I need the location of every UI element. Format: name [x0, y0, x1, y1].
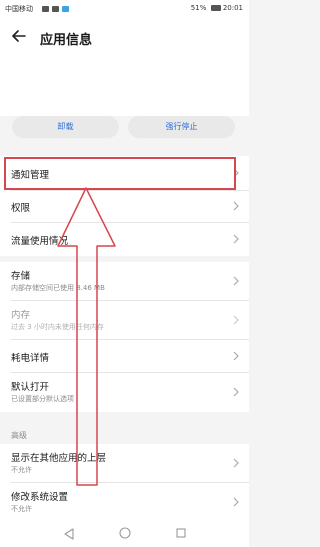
overlay-permission-label: 显示在其他应用的上层	[11, 453, 107, 464]
signal-icon	[42, 6, 49, 12]
clock: 20:01	[222, 4, 243, 12]
permissions-label: 权限	[11, 203, 31, 214]
nav-back-icon[interactable]	[64, 528, 74, 540]
battery-details-label: 耗电详情	[11, 353, 50, 364]
navigation-bar	[0, 520, 249, 547]
overlay-permission-row[interactable]: 显示在其他应用的上层 不允许	[0, 444, 249, 482]
modify-system-settings-label: 修改系统设置	[11, 492, 69, 503]
app-notification-icon	[62, 6, 69, 12]
memory-label: 内存	[11, 310, 31, 321]
chevron-right-icon	[233, 497, 239, 507]
page-title: 应用信息	[40, 33, 93, 48]
memory-summary: 过去 3 小时内未使用任何内存	[11, 323, 104, 331]
status-bar: 中国移动 51% 20:01	[0, 0, 249, 18]
carrier-label: 中国移动	[5, 5, 33, 13]
memory-row[interactable]: 内存 过去 3 小时内未使用任何内存	[0, 301, 249, 339]
chevron-right-icon	[233, 276, 239, 286]
chevron-right-icon	[233, 351, 239, 361]
back-arrow-icon[interactable]	[10, 27, 28, 45]
app-header-area	[0, 58, 249, 116]
settings-section-advanced: 显示在其他应用的上层 不允许 修改系统设置 不允许	[0, 444, 249, 520]
chevron-right-icon	[233, 387, 239, 397]
chevron-right-icon	[233, 234, 239, 244]
settings-section-secondary: 存储 内部存储空间已使用 8.46 MB 内存 过去 3 小时内未使用任何内存 …	[0, 262, 249, 412]
storage-summary: 内部存储空间已使用 8.46 MB	[11, 284, 105, 292]
wifi-icon	[52, 6, 59, 12]
battery-percent: 51%	[190, 4, 207, 12]
app-bar: 应用信息	[0, 18, 249, 58]
overlay-permission-status: 不允许	[11, 466, 32, 474]
permissions-row[interactable]: 权限	[0, 191, 249, 222]
uninstall-button[interactable]: 卸载	[12, 116, 119, 138]
force-stop-button[interactable]: 强行停止	[128, 116, 235, 138]
advanced-section-header: 高级	[11, 431, 27, 440]
chevron-right-icon	[233, 458, 239, 468]
modify-system-settings-row[interactable]: 修改系统设置 不允许	[0, 483, 249, 520]
chevron-right-icon	[233, 201, 239, 211]
nav-recents-icon[interactable]	[176, 528, 186, 538]
battery-icon	[210, 5, 221, 11]
modify-system-settings-status: 不允许	[11, 505, 32, 513]
data-usage-label: 流量使用情况	[11, 236, 69, 247]
default-open-summary: 已设置部分默认选项	[11, 395, 74, 403]
storage-label: 存储	[11, 271, 31, 282]
chevron-right-icon	[233, 315, 239, 325]
data-usage-row[interactable]: 流量使用情况	[0, 223, 249, 256]
annotation-highlight-box	[4, 157, 236, 190]
storage-row[interactable]: 存储 内部存储空间已使用 8.46 MB	[0, 262, 249, 300]
default-open-label: 默认打开	[11, 382, 50, 393]
battery-details-row[interactable]: 耗电详情	[0, 340, 249, 372]
default-open-row[interactable]: 默认打开 已设置部分默认选项	[0, 373, 249, 412]
nav-home-icon[interactable]	[119, 527, 131, 539]
